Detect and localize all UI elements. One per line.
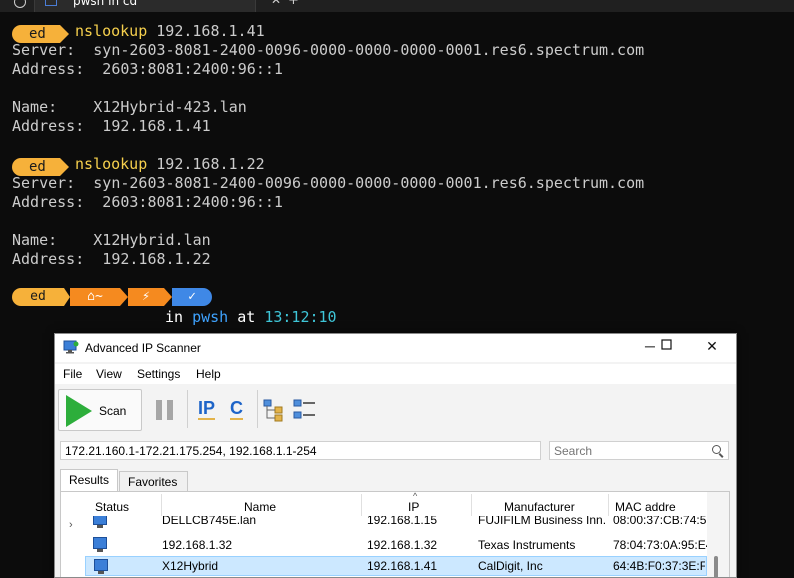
tab-results[interactable]: Results — [60, 469, 119, 492]
row-ip: 192.168.1.41 — [367, 559, 438, 573]
row-name: X12Hybrid — [162, 559, 219, 573]
menu-file[interactable]: File — [63, 367, 82, 381]
computer-icon — [93, 516, 107, 528]
prompt-time: 13:12:10 — [264, 308, 337, 326]
list-view-icon[interactable] — [293, 398, 317, 422]
prompt-pill: ed — [12, 156, 69, 176]
prompt-pill: ed — [12, 23, 69, 43]
segment-separator — [120, 288, 128, 306]
row-manufacturer: Texas Instruments — [478, 538, 576, 552]
title-bar[interactable]: Advanced IP Scanner ─ ✕ — [55, 334, 736, 362]
expand-row-icon[interactable]: › — [69, 519, 73, 531]
row-name: 192.168.1.32 — [162, 538, 233, 552]
menu-settings[interactable]: Settings — [137, 367, 180, 381]
column-ip[interactable]: IP — [408, 500, 419, 514]
scan-button[interactable]: Scan — [58, 389, 142, 431]
menu-help[interactable]: Help — [196, 367, 221, 381]
output-server: Server: syn-2603-8081-2400-0096-0000-000… — [12, 41, 645, 59]
results-table[interactable]: Status Name ^ IP Manufacturer MAC addre … — [60, 491, 730, 577]
table-row-selected[interactable]: X12Hybrid 192.168.1.41 CalDigit, Inc 64:… — [85, 556, 707, 576]
output-result-address: Address: 192.168.1.41 — [12, 117, 211, 135]
column-status[interactable]: Status — [95, 500, 129, 514]
menu-view[interactable]: View — [96, 367, 122, 381]
toolbar-divider — [257, 390, 258, 428]
subnet-c-icon[interactable]: C — [230, 398, 243, 420]
ip-icon[interactable]: IP — [198, 398, 216, 420]
prompt-user-segment: ed — [12, 288, 64, 306]
command-line: nslookup 192.168.1.22 — [75, 155, 265, 173]
bolt-icon: ⚡ — [128, 288, 164, 306]
output-name: Name: X12Hybrid.lan — [12, 231, 211, 249]
toolbar-divider — [187, 390, 188, 428]
table-row[interactable]: 192.168.1.32 192.168.1.32 Texas Instrume… — [85, 535, 707, 555]
row-manufacturer: FUJIFILM Business Inn... — [478, 516, 606, 527]
row-ip: 192.168.1.15 — [367, 516, 438, 527]
row-ip: 192.168.1.32 — [367, 538, 438, 552]
output-address: Address: 2603:8081:2400:96::1 — [12, 60, 283, 78]
output-server: Server: syn-2603-8081-2400-0096-0000-000… — [12, 174, 645, 192]
play-icon — [66, 395, 92, 427]
tree-view-icon[interactable] — [263, 398, 287, 422]
column-manufacturer[interactable]: Manufacturer — [504, 500, 575, 514]
window-title: Advanced IP Scanner — [85, 341, 201, 355]
pause-button[interactable] — [156, 400, 174, 420]
column-mac[interactable]: MAC addre — [615, 500, 676, 514]
toolbar: Scan IP C — [55, 386, 736, 432]
vertical-scrollbar[interactable] — [707, 492, 729, 577]
prompt-status-line: in pwsh at 13:12:10 — [165, 308, 337, 326]
column-name[interactable]: Name — [244, 500, 276, 514]
computer-icon — [94, 559, 108, 574]
command-line: nslookup 192.168.1.41 — [75, 22, 265, 40]
scrollbar-thumb[interactable] — [714, 556, 718, 577]
tab-favorites[interactable]: Favorites — [119, 471, 188, 492]
output-name: Name: X12Hybrid-423.lan — [12, 98, 247, 116]
close-icon[interactable]: ✕ — [697, 338, 727, 355]
maximize-icon[interactable] — [652, 337, 682, 356]
folder-home-icon: ⌂~ — [70, 288, 120, 306]
output-address: Address: 2603:8081:2400:96::1 — [12, 193, 283, 211]
row-mac: 08:00:37:CB:74:5E — [613, 516, 707, 527]
address-row — [55, 438, 736, 462]
output-result-address: Address: 192.168.1.22 — [12, 250, 211, 268]
search-icon[interactable] — [712, 445, 721, 454]
ip-range-input[interactable] — [60, 441, 541, 460]
check-icon: ✓ — [172, 288, 212, 306]
row-mac: 64:4B:F0:37:3E:F1 — [613, 559, 705, 573]
menu-bar: File View Settings Help — [55, 364, 736, 384]
scan-label: Scan — [99, 404, 127, 418]
app-icon — [63, 340, 79, 354]
search-input[interactable] — [549, 441, 729, 460]
shell-name: pwsh — [192, 308, 229, 326]
row-name: DELLCB745E.lan — [162, 516, 257, 527]
row-mac: 78:04:73:0A:95:E4 — [613, 538, 707, 552]
segment-separator — [164, 288, 172, 306]
advanced-ip-scanner-window[interactable]: Advanced IP Scanner ─ ✕ File View Settin… — [54, 333, 737, 578]
table-row[interactable]: DELLCB745E.lan 192.168.1.15 FUJIFILM Bus… — [85, 516, 707, 530]
computer-icon — [93, 537, 107, 552]
row-manufacturer: CalDigit, Inc — [478, 559, 543, 573]
